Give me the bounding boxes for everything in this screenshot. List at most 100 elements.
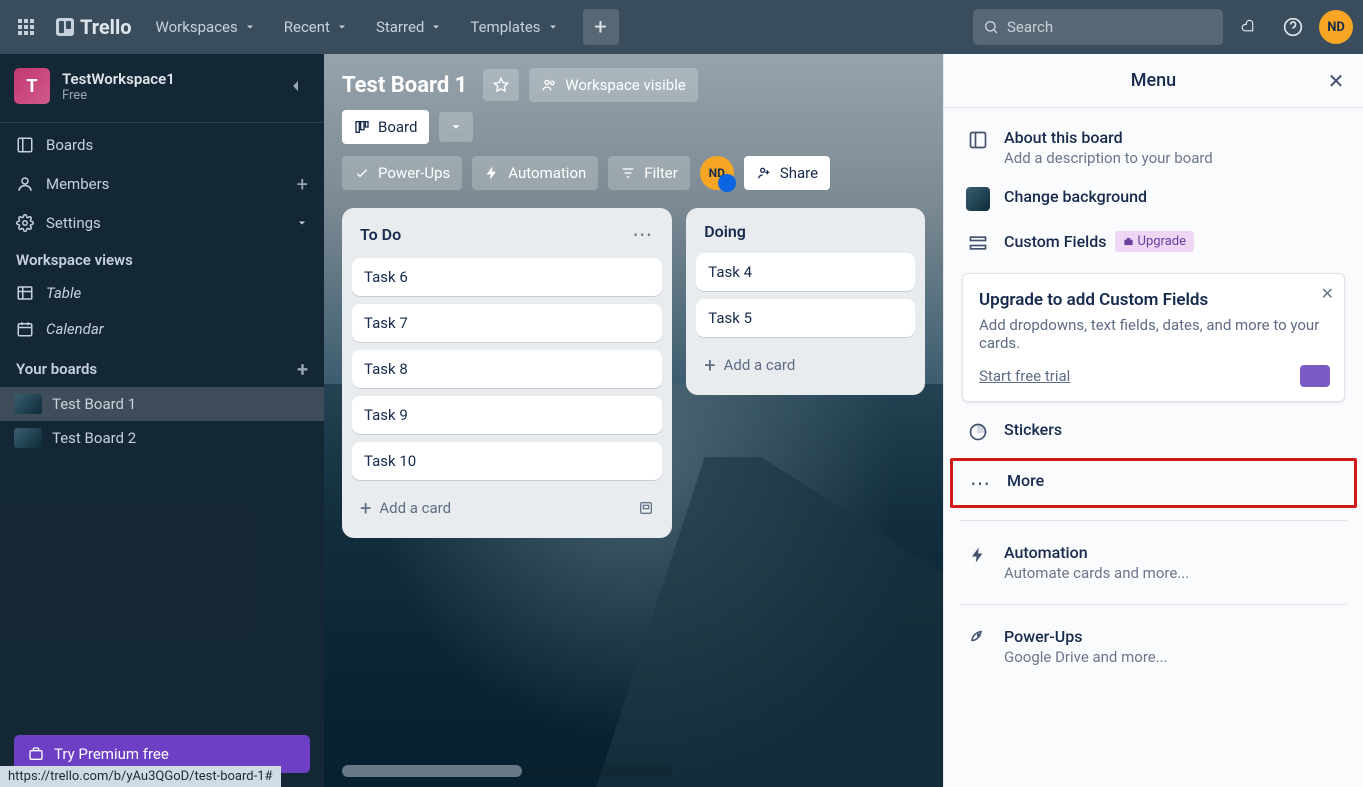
menu-title: Menu [1131,70,1176,91]
plus-icon: + [360,496,371,520]
nav-workspaces[interactable]: Workspaces [146,10,266,44]
menu-item-change-background[interactable]: Change background [960,177,1347,221]
create-button[interactable]: + [583,9,619,45]
sidebar-board-item[interactable]: Test Board 2 [0,421,324,455]
search-input[interactable] [1007,18,1213,36]
list-title[interactable]: To Do [360,225,401,244]
sidebar-board-item[interactable]: Test Board 1 [0,387,324,421]
briefcase-icon [28,746,44,762]
board-header: Test Board 1 Workspace visible [324,54,943,116]
lists-container: To Do ⋯ Task 6 Task 7 Task 8 Task 9 Task… [324,202,943,544]
card[interactable]: Task 4 [696,253,915,291]
scrollbar-thumb[interactable] [342,765,522,777]
star-icon [493,77,509,93]
board-canvas: Test Board 1 Workspace visible Board Pow… [324,54,943,787]
add-board-button[interactable]: + [297,357,308,381]
board-member-avatar[interactable]: ND [700,156,734,190]
list-menu-button[interactable]: ⋯ [632,222,654,246]
sidebar-view-table[interactable]: Table [0,275,324,311]
workspace-header: T TestWorkspace1 Free [0,54,324,118]
start-trial-link[interactable]: Start free trial [979,367,1070,385]
card[interactable]: Task 10 [352,442,662,480]
sidebar-item-boards[interactable]: Boards [0,127,324,163]
filter-icon [620,165,636,181]
upgrade-callout: ✕ Upgrade to add Custom Fields Add dropd… [962,273,1345,402]
card-icon [1300,365,1330,387]
share-button[interactable]: Share [744,156,830,190]
rocket-icon [966,627,990,651]
list-title[interactable]: Doing [704,222,746,241]
board-icon [16,136,34,154]
menu-item-stickers[interactable]: Stickers [960,410,1347,454]
highlighted-more-item: ⋯ More [950,458,1357,508]
apps-switcher[interactable] [10,11,42,43]
chevron-down-icon [296,217,308,229]
search-icon [983,19,999,35]
board-menu-panel: Menu ✕ About this board Add a descriptio… [943,54,1363,787]
filter-button[interactable]: Filter [608,156,690,190]
close-menu-button[interactable]: ✕ [1323,68,1349,94]
card[interactable]: Task 5 [696,299,915,337]
logo-text: Trello [80,15,132,39]
automation-button[interactable]: Automation [472,156,598,190]
menu-item-powerups[interactable]: Power-Ups Google Drive and more... [960,617,1347,676]
more-icon: ⋯ [969,471,993,495]
card[interactable]: Task 7 [352,304,662,342]
collapse-sidebar-button[interactable] [282,72,310,100]
card[interactable]: Task 9 [352,396,662,434]
notifications-icon[interactable] [1231,9,1267,45]
menu-item-about[interactable]: About this board Add a description to yo… [960,118,1347,177]
close-upgrade-button[interactable]: ✕ [1321,284,1334,303]
menu-item-automation[interactable]: Automation Automate cards and more... [960,533,1347,592]
card[interactable]: Task 6 [352,258,662,296]
bolt-icon [966,543,990,567]
view-switcher-button[interactable]: Board [342,110,429,144]
status-url: https://trello.com/b/yAu3QGoD/test-board… [0,766,281,787]
visibility-button[interactable]: Workspace visible [529,68,698,102]
person-plus-icon [756,165,772,181]
help-icon[interactable] [1275,9,1311,45]
board-title[interactable]: Test Board 1 [342,73,467,98]
horizontal-scrollbar[interactable] [342,765,672,777]
powerups-button[interactable]: Power-Ups [342,156,462,190]
fields-icon [966,231,990,255]
view-switcher-chevron[interactable] [439,112,473,142]
add-member-button[interactable]: + [297,172,308,196]
nav-recent[interactable]: Recent [274,10,358,44]
menu-item-custom-fields[interactable]: Custom Fields Upgrade [960,221,1347,265]
chevron-down-icon [336,21,348,33]
chevron-down-icon [547,21,559,33]
sidebar-section-views: Workspace views [0,241,324,275]
workspace-badge: T [14,68,50,104]
top-header: Trello Workspaces Recent Starred Templat… [0,0,1363,54]
user-avatar[interactable]: ND [1319,10,1353,44]
rocket-icon [354,165,370,181]
sidebar-view-calendar[interactable]: Calendar [0,311,324,347]
sidebar-item-members[interactable]: Members + [0,163,324,205]
background-thumbnail [966,187,990,211]
board-view-icon [354,119,370,135]
person-icon [16,175,34,193]
bolt-icon [484,165,500,181]
search-box[interactable] [973,9,1223,45]
sidebar-item-settings[interactable]: Settings [0,205,324,241]
add-card-button[interactable]: + Add a card [696,345,915,385]
chevron-down-icon [430,21,442,33]
upgrade-title: Upgrade to add Custom Fields [979,290,1328,310]
star-board-button[interactable] [483,69,519,101]
people-icon [541,77,557,93]
sidebar-section-your-boards: Your boards + [0,347,324,387]
card[interactable]: Task 8 [352,350,662,388]
card-template-button[interactable] [638,500,654,516]
board-icon [966,128,990,152]
chevron-down-icon [449,120,463,134]
gear-icon [16,214,34,232]
list: Doing Task 4 Task 5 + Add a card [686,208,925,395]
add-card-button[interactable]: + Add a card [352,488,662,528]
menu-item-more[interactable]: ⋯ More [963,461,1344,505]
trello-logo[interactable]: Trello [50,11,138,43]
nav-starred[interactable]: Starred [366,10,452,44]
list: To Do ⋯ Task 6 Task 7 Task 8 Task 9 Task… [342,208,672,538]
upgrade-badge: Upgrade [1115,231,1194,252]
nav-templates[interactable]: Templates [460,10,568,44]
